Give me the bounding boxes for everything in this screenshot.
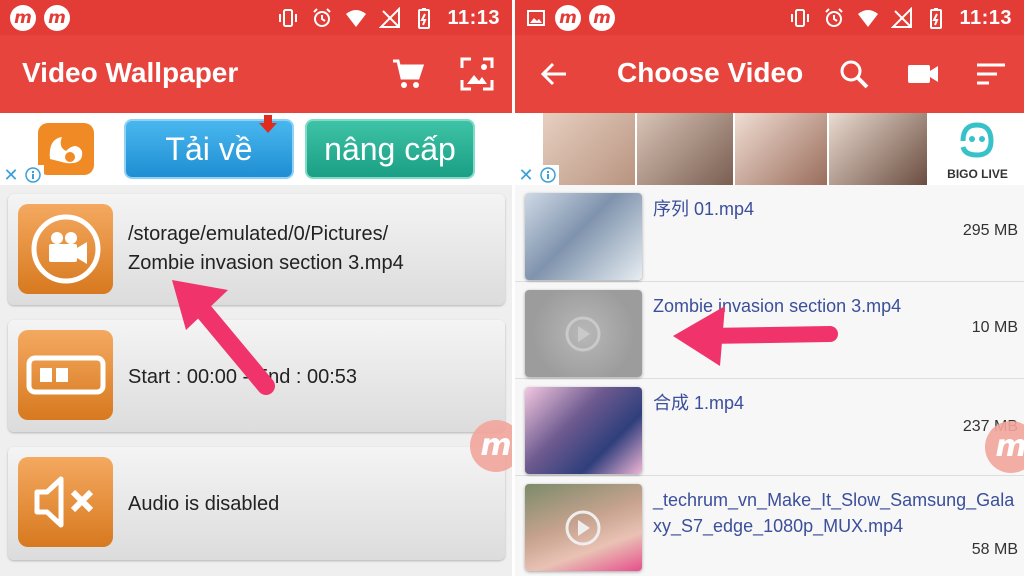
choose-video-screen: m m 11:13 Choose Video BIGO LIVE ✕ 序列 01… — [515, 0, 1024, 576]
video-size: 295 MB — [962, 222, 1018, 239]
bigo-live-logo: BIGO LIVE — [931, 113, 1024, 185]
video-path-line: /storage/emulated/0/Pictures/ — [128, 223, 389, 245]
ad-close-icon[interactable]: ✕ — [515, 165, 537, 185]
no-signal-icon — [891, 7, 913, 29]
video-thumbnail — [525, 290, 642, 377]
ad-arrow-icon — [259, 115, 277, 133]
status-clock: 11:13 — [447, 6, 500, 29]
vibrate-icon — [789, 7, 811, 29]
video-thumbnail — [525, 193, 642, 280]
video-thumbnail — [525, 387, 642, 474]
wifi-icon — [345, 7, 367, 29]
play-icon — [565, 510, 601, 546]
status-bar: m m 11:13 — [0, 0, 512, 35]
battery-icon — [413, 7, 435, 29]
video-list-item[interactable]: 合成 1.mp4 237 MB — [515, 380, 1024, 476]
video-list-item[interactable]: _techrum_vn_Make_It_Slow_Samsung_Galaxy_… — [515, 477, 1024, 576]
camera-icon[interactable] — [904, 55, 942, 93]
ad-banner[interactable]: BIGO LIVE ✕ — [515, 113, 1024, 185]
audio-card[interactable]: Audio is disabled — [8, 447, 505, 560]
cart-icon[interactable] — [389, 55, 427, 93]
wallpaper-icon[interactable] — [458, 55, 496, 93]
app-notification-logo: m — [10, 5, 36, 31]
time-range-text: Start : 00:00 - End : 00:53 — [128, 366, 358, 388]
video-size: 58 MB — [971, 541, 1018, 558]
ad-info-icon[interactable] — [537, 165, 559, 185]
image-icon — [525, 7, 547, 29]
video-name: 序列 01.mp4 — [653, 199, 755, 219]
page-title: Choose Video — [617, 57, 804, 88]
app-notification-logo: m — [589, 5, 615, 31]
app-notification-logo: m — [555, 5, 581, 31]
back-icon[interactable] — [535, 55, 573, 93]
video-thumbnail — [525, 484, 642, 571]
ad-photo — [829, 113, 927, 185]
ad-upgrade-button[interactable]: nâng cấp — [305, 119, 475, 179]
app-notification-logo: m — [44, 5, 70, 31]
timeline-icon — [18, 330, 113, 420]
video-list-item[interactable]: 序列 01.mp4 295 MB — [515, 186, 1024, 282]
time-range-card[interactable]: Start : 00:00 - End : 00:53 — [8, 320, 505, 432]
video-camera-icon — [18, 204, 113, 294]
ad-brand-label: BIGO LIVE — [947, 167, 1008, 181]
audio-status-text: Audio is disabled — [128, 493, 280, 515]
no-signal-icon — [379, 7, 401, 29]
status-bar: m m 11:13 — [515, 0, 1024, 35]
wifi-icon — [857, 7, 879, 29]
video-name: Zombie invasion section 3.mp4 — [653, 296, 902, 316]
battery-icon — [925, 7, 947, 29]
mute-icon — [18, 457, 113, 547]
ad-photo — [735, 113, 827, 185]
select-video-card[interactable]: /storage/emulated/0/Pictures/ Zombie inv… — [8, 194, 505, 305]
video-name: _techrum_vn_Make_It_Slow_Samsung_Galaxy_… — [653, 490, 1015, 536]
video-list-item[interactable]: Zombie invasion section 3.mp4 10 MB — [515, 283, 1024, 379]
alarm-icon — [311, 7, 333, 29]
app-bar: Choose Video — [515, 35, 1024, 113]
video-name: 合成 1.mp4 — [653, 393, 745, 413]
app-bar: Video Wallpaper — [0, 35, 512, 113]
ad-info-icon[interactable] — [22, 165, 44, 185]
status-clock: 11:13 — [959, 6, 1012, 29]
video-path-text: /storage/emulated/0/Pictures/ Zombie inv… — [128, 220, 404, 278]
video-wallpaper-screen: m m 11:13 Video Wallpaper Tải về nâng cấ… — [0, 0, 512, 576]
sort-icon[interactable] — [972, 55, 1010, 93]
page-title: Video Wallpaper — [22, 57, 239, 88]
ad-photo — [637, 113, 733, 185]
vibrate-icon — [277, 7, 299, 29]
video-size: 10 MB — [971, 319, 1018, 336]
play-icon — [565, 316, 601, 352]
video-filename-line: Zombie invasion section 3.mp4 — [128, 252, 404, 274]
search-icon[interactable] — [835, 55, 873, 93]
ad-close-icon[interactable]: ✕ — [0, 165, 22, 185]
ad-banner[interactable]: Tải về nâng cấp ✕ — [0, 113, 512, 185]
alarm-icon — [823, 7, 845, 29]
